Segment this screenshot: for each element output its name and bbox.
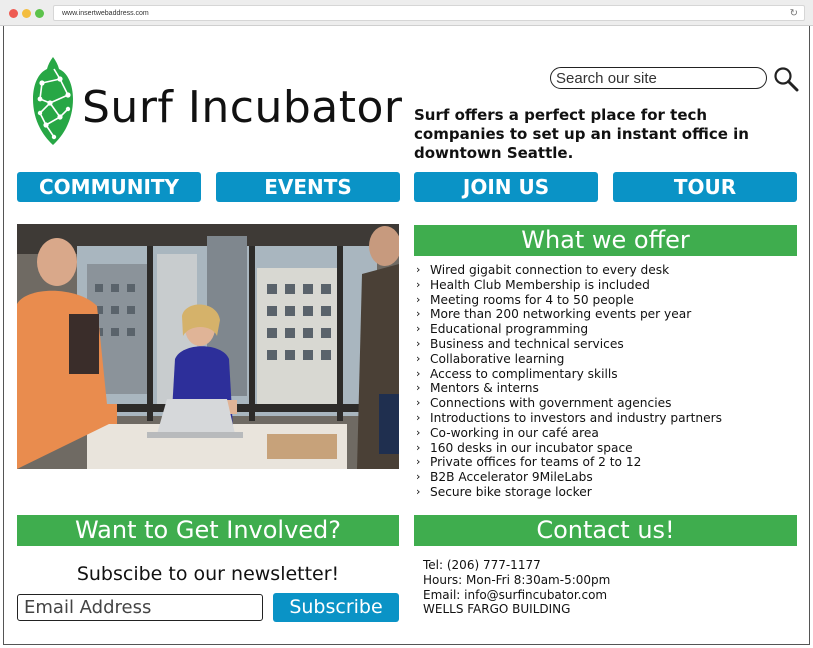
chevron-right-icon: › — [416, 307, 421, 321]
chevron-right-icon: › — [416, 410, 421, 424]
offer-list: › Wired gigabit connection to every desk … — [414, 263, 799, 500]
list-item: › B2B Accelerator 9MileLabs — [416, 470, 593, 485]
list-item: › Meeting rooms for 4 to 50 people — [416, 292, 634, 307]
list-item: › Health Club Membership is included — [416, 277, 650, 292]
list-item: › Private offices for teams of 2 to 12 — [416, 455, 642, 470]
browser-toolbar: www.insertwebaddress.com ↻ — [0, 0, 813, 26]
nav-join-us-button[interactable]: JOIN US — [414, 172, 598, 202]
subscribe-button[interactable]: Subscribe — [273, 593, 399, 622]
contact-us-heading: Contact us! — [414, 515, 797, 546]
address-bar[interactable]: www.insertwebaddress.com ↻ — [53, 5, 805, 21]
chevron-right-icon: › — [416, 351, 421, 365]
list-item: › More than 200 networking events per yea… — [416, 307, 692, 322]
close-window-icon[interactable] — [9, 9, 18, 18]
list-item: › 160 desks in our incubator space — [416, 440, 633, 455]
chevron-right-icon: › — [416, 484, 421, 498]
chevron-right-icon: › — [416, 263, 421, 276]
minimize-window-icon[interactable] — [22, 9, 31, 18]
search-input[interactable] — [550, 67, 767, 89]
nav-tour-button[interactable]: TOUR — [613, 172, 797, 202]
chevron-right-icon: › — [416, 396, 421, 410]
nav-community-button[interactable]: COMMUNITY — [17, 172, 201, 202]
chevron-right-icon: › — [416, 277, 421, 291]
chevron-right-icon: › — [416, 470, 421, 484]
logo-text[interactable]: Surf Incubator — [82, 83, 402, 133]
maximize-window-icon[interactable] — [35, 9, 44, 18]
list-item: › Collaborative learning — [416, 351, 565, 366]
get-involved-heading: Want to Get Involved? — [17, 515, 399, 546]
list-item: › Educational programming — [416, 322, 589, 337]
list-item: › Connections with government agencies — [416, 396, 672, 411]
list-item: › Co-working in our café area — [416, 425, 599, 440]
chevron-right-icon: › — [416, 366, 421, 380]
chevron-right-icon: › — [416, 440, 421, 454]
list-item: › Access to complimentary skills — [416, 366, 618, 381]
chevron-right-icon: › — [416, 455, 421, 469]
contact-hours: Hours: Mon-Fri 8:30am-5:00pm — [423, 572, 611, 587]
list-item: › Mentors & interns — [416, 381, 539, 396]
list-item: › Secure bike storage locker — [416, 484, 592, 499]
contact-email[interactable]: Email: info@surfincubator.com — [423, 588, 610, 603]
chevron-right-icon: › — [416, 425, 421, 439]
reload-icon[interactable]: ↻ — [790, 7, 798, 20]
list-item: › Introductions to investors and industry… — [416, 410, 722, 425]
email-field[interactable] — [17, 594, 263, 621]
what-we-offer-heading: What we offer — [414, 225, 797, 256]
tagline: Surf offers a perfect place for tech com… — [414, 106, 749, 162]
nav-events-button[interactable]: EVENTS — [216, 172, 400, 202]
chevron-right-icon: › — [416, 336, 421, 350]
chevron-right-icon: › — [416, 322, 421, 336]
list-item: › Business and technical services — [416, 336, 624, 351]
newsletter-label: Subscibe to our newsletter! — [76, 563, 340, 585]
chevron-right-icon: › — [416, 381, 421, 395]
chrysalis-logo-icon — [33, 57, 73, 145]
contact-building: WELLS FARGO BUILDING — [423, 602, 571, 617]
list-item: › Wired gigabit connection to every desk — [416, 263, 670, 277]
office-photo — [17, 224, 399, 469]
chevron-right-icon: › — [416, 292, 421, 306]
contact-tel: Tel: (206) 777-1177 — [423, 558, 541, 572]
contact-info: Tel: (206) 777-1177 Hours: Mon-Fri 8:30a… — [423, 558, 610, 617]
search-icon[interactable] — [773, 66, 799, 92]
address-url: www.insertwebaddress.com — [62, 10, 149, 17]
